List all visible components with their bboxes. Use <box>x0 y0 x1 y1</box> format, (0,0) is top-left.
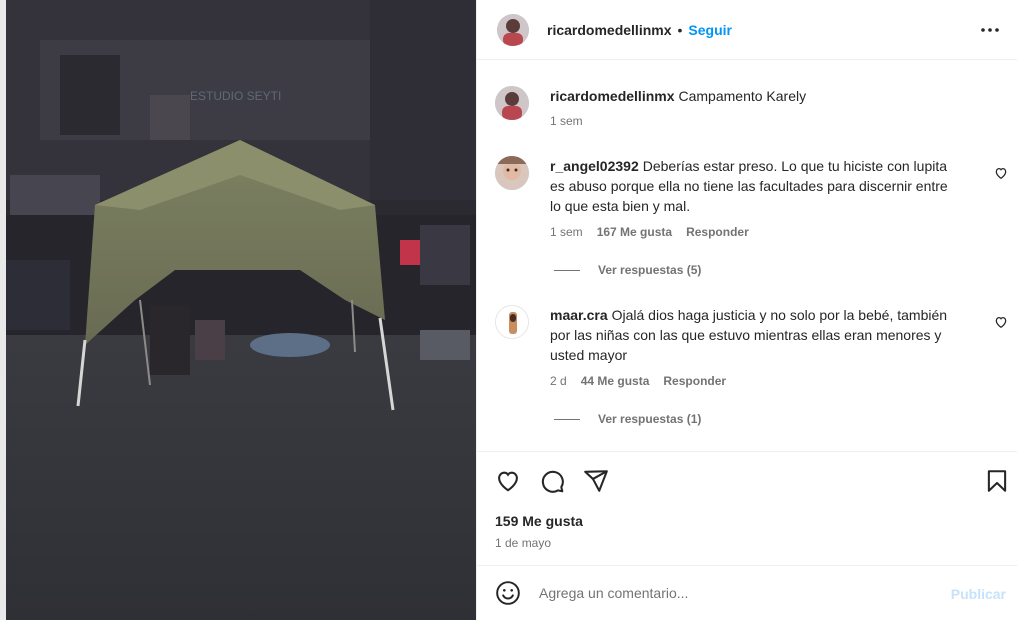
view-replies-label: Ver respuestas (5) <box>598 263 702 277</box>
view-replies-button[interactable]: Ver respuestas (5) <box>554 263 701 277</box>
comments-section: ricardomedellinmx Campamento Karely 1 sem… <box>477 61 1017 451</box>
post-date[interactable]: 1 de mayo <box>495 536 551 550</box>
emoji-icon[interactable] <box>495 580 521 606</box>
commenter-avatar[interactable] <box>495 305 529 339</box>
replies-divider-line <box>554 418 580 420</box>
comment-text-block: r_angel02392 Deberías estar preso. Lo que… <box>550 156 950 216</box>
comment-time[interactable]: 2 d <box>550 374 567 388</box>
reply-button[interactable]: Responder <box>663 374 726 388</box>
caption-text-block: ricardomedellinmx Campamento Karely <box>550 86 950 106</box>
caption-meta: 1 sem <box>550 114 583 128</box>
view-replies-label: Ver respuestas (1) <box>598 412 702 426</box>
comment-likes[interactable]: 167 Me gusta <box>597 225 672 239</box>
comment-meta: 2 d 44 Me gusta Responder <box>550 374 726 388</box>
comment-input[interactable] <box>539 585 929 601</box>
comment-likes[interactable]: 44 Me gusta <box>581 374 650 388</box>
comment-like-heart-icon[interactable] <box>994 315 1008 329</box>
post-details-panel: ricardomedellinmx • Seguir ricardomedell… <box>476 0 1017 620</box>
publish-button[interactable]: Publicar <box>951 586 1006 602</box>
comment-text: Ojalá dios haga justicia y no solo por l… <box>550 307 948 363</box>
comment-username[interactable]: maar.cra <box>550 307 608 323</box>
author-username[interactable]: ricardomedellinmx <box>547 22 672 38</box>
caption-avatar[interactable] <box>495 86 529 120</box>
comment-meta: 1 sem 167 Me gusta Responder <box>550 225 749 239</box>
comment-username[interactable]: r_angel02392 <box>550 158 639 174</box>
post-header: ricardomedellinmx • Seguir <box>477 0 1017 60</box>
view-replies-button[interactable]: Ver respuestas (1) <box>554 412 701 426</box>
comment-time[interactable]: 1 sem <box>550 225 583 239</box>
avatar-image <box>497 13 529 46</box>
reply-button[interactable]: Responder <box>686 225 749 239</box>
follow-button[interactable]: Seguir <box>688 22 732 38</box>
storefront-sign: ESTUDIO SEYTI <box>190 89 281 103</box>
more-options-icon[interactable] <box>978 18 1002 42</box>
post-photo: ESTUDIO SEYTI <box>0 0 476 620</box>
caption-text: Campamento Karely <box>678 88 807 104</box>
post-actions: 159 Me gusta 1 de mayo <box>477 451 1017 565</box>
bookmark-icon[interactable] <box>984 468 1010 494</box>
add-comment-bar: Publicar <box>477 565 1017 620</box>
night-street-tent-image: ESTUDIO SEYTI <box>0 0 476 620</box>
separator-dot: • <box>677 21 683 38</box>
comment-like-heart-icon[interactable] <box>994 166 1008 180</box>
commenter-avatar[interactable] <box>495 156 529 190</box>
author-avatar[interactable] <box>497 13 529 46</box>
caption-username[interactable]: ricardomedellinmx <box>550 88 675 104</box>
comment-text-block: maar.cra Ojalá dios haga justicia y no so… <box>550 305 950 365</box>
replies-divider-line <box>554 269 580 271</box>
share-icon[interactable] <box>583 468 609 494</box>
caption-time[interactable]: 1 sem <box>550 114 583 128</box>
comment-icon[interactable] <box>539 468 565 494</box>
likes-count[interactable]: 159 Me gusta <box>495 513 583 529</box>
heart-icon[interactable] <box>495 468 521 494</box>
